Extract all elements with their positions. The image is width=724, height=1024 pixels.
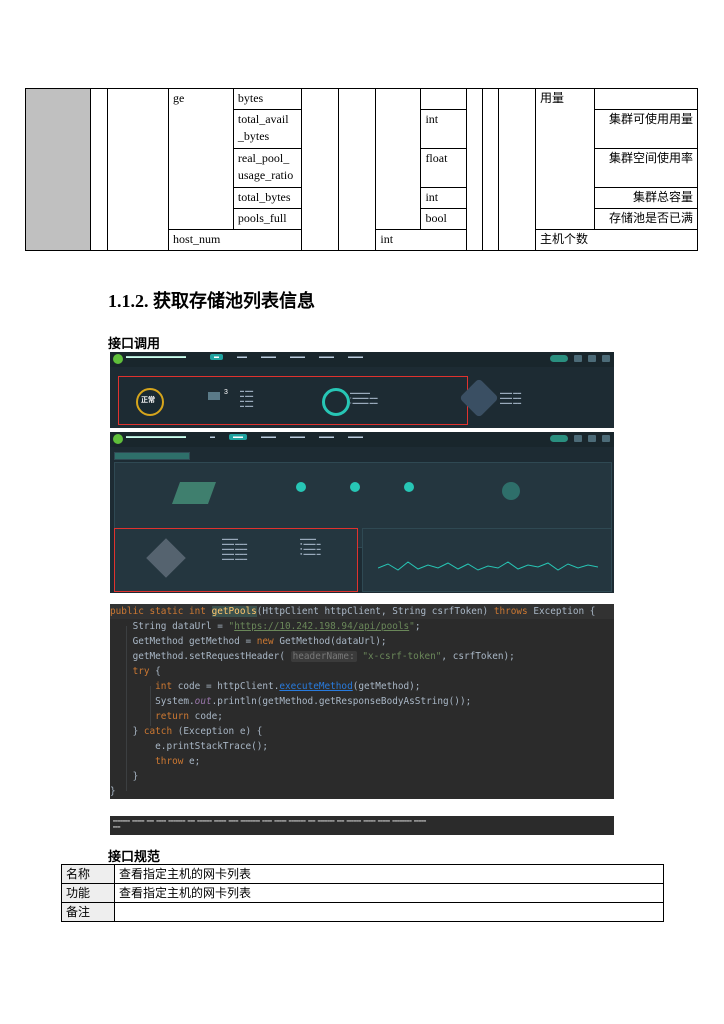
field-cell: bytes	[232, 88, 302, 110]
code-line: GetMethod getMethod = new GetMethod(data…	[110, 636, 387, 647]
code-line: public static int getPools(HttpClient ht…	[110, 606, 596, 617]
spec-value: 查看指定主机的网卡列表	[114, 883, 664, 903]
desc-cell: 集群可使用用量	[594, 109, 698, 149]
status-dot-icon	[296, 482, 306, 492]
app-logo-text: ▬▬▬▬▬▬▬▬▬▬	[126, 434, 186, 440]
highlight-box	[118, 376, 468, 425]
code-line: throw e;	[155, 756, 201, 767]
gray-cell	[25, 88, 91, 251]
nav-toolbar[interactable]	[550, 355, 610, 362]
spec-heading: 接口规范	[108, 849, 161, 864]
usage-ring	[322, 388, 350, 416]
field-cell: real_pool_ usage_ratio	[232, 148, 302, 188]
type-cell: float	[420, 148, 468, 188]
desc-cell: 集群空间使用率	[594, 148, 698, 188]
type-cell: int	[420, 187, 468, 209]
spec-key: 功能	[61, 883, 115, 903]
spec-value	[114, 902, 664, 922]
avatar-icon	[502, 482, 520, 500]
code-block: public static int getPools(HttpClient ht…	[110, 604, 614, 799]
desc-cell: 主机个数	[534, 229, 699, 251]
status-label: 正常	[141, 397, 155, 404]
trend-line-chart	[378, 561, 598, 571]
spec-value: 查看指定主机的网卡列表	[114, 864, 664, 884]
desc-cell: 存储池是否已满	[594, 208, 698, 230]
app-navbar: ▬▬▬▬▬▬▬▬▬▬ ▬ ▬▬ ▬▬▬ ▬▬▬ ▬▬▬ ▬▬▬	[110, 352, 614, 367]
user-icon[interactable]	[602, 435, 610, 442]
table-row: 备注	[61, 902, 664, 922]
unit-cell: 用量	[534, 88, 596, 230]
status-dot-icon	[404, 482, 414, 492]
code-line: }	[110, 771, 139, 782]
type-cell: int	[375, 229, 468, 251]
nav-tabs[interactable]: ▬ ▬▬ ▬▬▬ ▬▬▬ ▬▬▬ ▬▬▬	[210, 354, 363, 360]
logo-icon	[113, 354, 123, 364]
table-row: 名称 查看指定主机的网卡列表	[61, 864, 664, 884]
code-line: return code;	[155, 711, 223, 722]
field-cell: pools_full	[232, 208, 302, 230]
console-output: ▬▬▬▬▬▬▬ ▬▬▬▬▬ ▬▬▬ ▬▬▬▬ ▬▬▬▬▬▬▬ ▬▬▬ ▬▬▬▬▬…	[110, 816, 614, 835]
code-line: } catch (Exception e) {	[110, 726, 263, 737]
code-line: e.printStackTrace();	[110, 741, 269, 752]
table-row: 功能 查看指定主机的网卡列表	[61, 883, 664, 903]
spec-table: 名称 查看指定主机的网卡列表 功能 查看指定主机的网卡列表 备注	[61, 864, 664, 922]
type-cell: bool	[420, 208, 468, 230]
code-line: }	[110, 786, 116, 797]
code-line: try {	[132, 666, 161, 677]
dashboard-screenshot: ▬▬▬▬▬▬▬▬▬▬ ▬ ▬▬ ▬▬▬ ▬▬▬ ▬▬▬ ▬▬▬ 正常 3 ▬ ▬…	[110, 352, 614, 428]
nav-tabs[interactable]: ▬ ▬▬ ▬▬▬ ▬▬▬ ▬▬▬ ▬▬▬	[210, 434, 363, 440]
logo-icon	[113, 434, 123, 444]
call-heading: 接口调用	[108, 336, 161, 351]
desc-cell	[594, 88, 698, 110]
grid-icon[interactable]	[574, 355, 582, 362]
app-logo-text: ▬▬▬▬▬▬▬▬▬▬	[126, 354, 186, 360]
table-row: ge bytes 用量	[25, 88, 698, 251]
grid-icon[interactable]	[574, 435, 582, 442]
user-icon[interactable]	[602, 355, 610, 362]
bell-icon[interactable]	[588, 435, 596, 442]
spec-key: 备注	[61, 902, 115, 922]
app-navbar: ▬▬▬▬▬▬▬▬▬▬ ▬ ▬▬ ▬▬▬ ▬▬▬ ▬▬▬ ▬▬▬	[110, 432, 614, 447]
toggle-icon[interactable]	[550, 355, 568, 362]
breadcrumb[interactable]	[114, 452, 190, 460]
section-title: 1.1.2. 获取存储池列表信息	[108, 291, 315, 311]
param-name-cell: ge	[168, 88, 234, 230]
server-icon	[208, 392, 220, 400]
field-cell: total_avail _bytes	[232, 109, 302, 149]
status-dot-icon	[350, 482, 360, 492]
bell-icon[interactable]	[588, 355, 596, 362]
field-cell: total_bytes	[232, 187, 302, 209]
code-line: System.out.println(getMethod.getResponse…	[110, 696, 472, 707]
parameter-table-continuation: ge bytes 用量 total_avail _bytes int 集群可使用…	[25, 88, 699, 251]
spec-key: 名称	[61, 864, 115, 884]
desc-cell: 集群总容量	[594, 187, 698, 209]
type-cell	[420, 88, 468, 110]
code-line: getMethod.setRequestHeader( headerName: …	[110, 651, 515, 662]
cluster-screenshot: ▬▬▬▬▬▬▬▬▬▬ ▬ ▬▬ ▬▬▬ ▬▬▬ ▬▬▬ ▬▬▬ ▬▬▬▬ ▬▬▬ …	[110, 432, 614, 593]
param-name-cell: host_num	[168, 229, 302, 251]
toggle-icon[interactable]	[550, 435, 568, 442]
code-line: int code = httpClient.executeMethod(getM…	[155, 681, 421, 692]
code-line: String dataUrl = "https://10.242.198.94/…	[110, 621, 421, 632]
type-cell: int	[420, 109, 468, 149]
nav-toolbar[interactable]	[550, 435, 610, 442]
